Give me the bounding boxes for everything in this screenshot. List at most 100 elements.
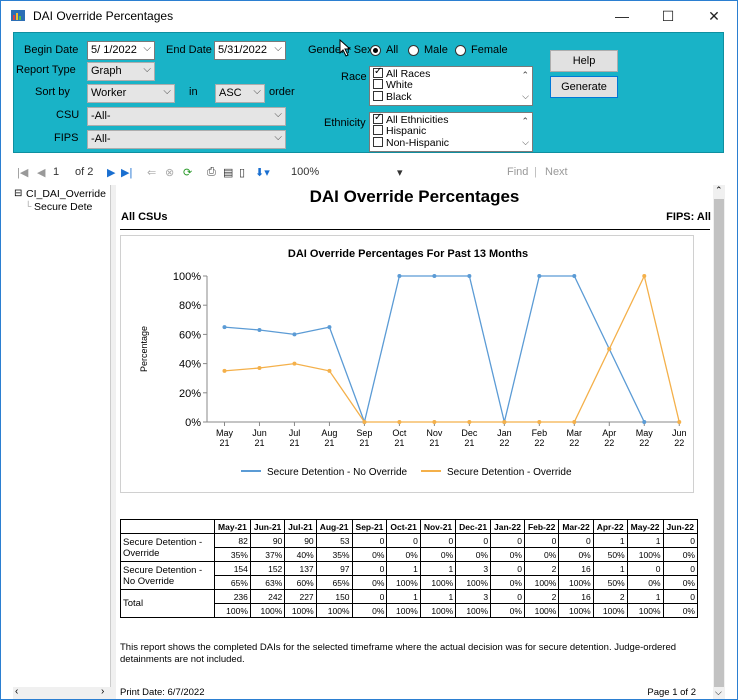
race-label: Race <box>341 71 367 83</box>
scroll-left-icon[interactable]: ‹ <box>15 686 18 697</box>
generate-button[interactable]: Generate <box>550 76 618 98</box>
chevron-down-icon: ⌵ <box>274 109 282 120</box>
end-date-label: End Date <box>166 44 212 56</box>
tree-child[interactable]: Secure Dete <box>34 201 92 213</box>
x-tick-label-year: 21 <box>289 438 299 448</box>
help-button[interactable]: Help <box>550 50 618 72</box>
gender-male-radio[interactable] <box>408 45 419 56</box>
tree-root[interactable]: CI_DAI_Override <box>26 188 106 200</box>
checkbox[interactable] <box>373 125 383 135</box>
csu-select[interactable]: -All- ⌵ <box>87 107 286 126</box>
race-listbox[interactable]: All Races White Black ⌃ ⌵ <box>369 66 533 106</box>
percent-cell: 35% <box>214 547 251 562</box>
csu-header: All CSUs <box>121 211 168 223</box>
fips-label: FIPS <box>54 132 79 144</box>
column-header: Mar-22 <box>558 519 594 534</box>
gender-female-radio[interactable] <box>455 45 466 56</box>
ethnicity-item[interactable]: Hispanic <box>373 125 426 137</box>
checkbox[interactable] <box>373 91 383 101</box>
find-link[interactable]: Find <box>507 166 528 178</box>
scroll-up-icon[interactable]: ⌃ <box>521 116 529 127</box>
last-page-icon[interactable]: ▶| <box>121 166 132 179</box>
x-tick-label-month: Jun <box>672 428 687 438</box>
checkbox[interactable] <box>373 79 383 89</box>
report-title: DAI Override Percentages <box>309 187 520 206</box>
percent-cell: 37% <box>249 547 286 562</box>
percent-cell: 100% <box>523 603 560 618</box>
count-cell: 242 <box>249 589 286 604</box>
print-layout-icon[interactable]: ▤ <box>223 166 233 179</box>
ethnicity-listbox[interactable]: All Ethnicities Hispanic Non-Hispanic ⌃ … <box>369 112 533 152</box>
back-icon[interactable]: ⇐ <box>147 166 156 179</box>
percent-cell: 100% <box>626 547 664 562</box>
chevron-down-icon: ⌵ <box>143 43 151 54</box>
begin-date-picker[interactable]: 5/ 1/2022 ⌵ <box>87 41 155 60</box>
race-item[interactable]: Black <box>373 91 412 103</box>
scroll-down-icon[interactable]: ⌵ <box>522 137 529 148</box>
x-tick-label-month: Feb <box>532 428 548 438</box>
scroll-down-icon[interactable]: ⌵ <box>715 687 722 698</box>
percent-cell: 100% <box>626 603 664 618</box>
tree-horizontal-scrollbar[interactable]: ‹ › <box>13 686 111 699</box>
order-label: order <box>269 86 295 98</box>
next-page-icon[interactable]: ▶ <box>107 166 115 179</box>
table-row: Total 236 242 227 150 0 1 1 3 0 2 16 2 1 0 <box>120 589 699 618</box>
checkbox[interactable] <box>373 66 383 78</box>
checkbox[interactable] <box>373 112 383 124</box>
x-tick-label-year: 22 <box>499 438 509 448</box>
x-tick-label-month: Jun <box>252 428 267 438</box>
count-cell: 1 <box>626 533 664 548</box>
scroll-up-icon[interactable]: ⌃ <box>715 185 723 196</box>
export-icon[interactable]: ⬇▾ <box>255 166 270 179</box>
race-item[interactable]: White <box>373 79 413 91</box>
data-point <box>642 274 647 278</box>
end-date-picker[interactable]: 5/31/2022 ⌵ <box>214 41 286 60</box>
x-tick-label-year: 22 <box>604 438 614 448</box>
first-page-icon[interactable]: |◀ <box>17 166 28 179</box>
page-count: of 2 <box>75 166 94 178</box>
x-tick-label-year: 21 <box>254 438 264 448</box>
percent-cell: 100% <box>558 575 594 590</box>
count-cell: 0 <box>386 533 421 548</box>
previous-page-icon[interactable]: ◀ <box>37 166 45 179</box>
count-cell: 0 <box>351 533 388 548</box>
print-icon[interactable]: ⎙ <box>207 166 216 179</box>
csu-label: CSU <box>56 109 80 121</box>
current-page-input[interactable]: 1 <box>53 166 59 178</box>
zoom-dropdown-icon[interactable]: ▾ <box>397 166 403 179</box>
scroll-up-icon[interactable]: ⌃ <box>521 70 529 81</box>
count-cell: 1 <box>592 561 628 576</box>
scroll-thumb[interactable] <box>714 199 724 687</box>
collapse-icon[interactable]: ⊟ <box>14 188 22 199</box>
chevron-down-icon: ⌵ <box>274 43 282 54</box>
percent-cell: 65% <box>315 575 353 590</box>
maximize-button[interactable]: ☐ <box>645 1 691 31</box>
next-link[interactable]: Next <box>545 166 568 178</box>
close-button[interactable]: ✕ <box>691 1 737 31</box>
window-title: DAI Override Percentages <box>33 9 174 23</box>
y-tick-label: 40% <box>179 359 201 371</box>
report-type-select[interactable]: Graph ⌵ <box>87 62 155 81</box>
data-point <box>537 420 542 424</box>
page-setup-icon[interactable]: ▯ <box>239 166 245 179</box>
refresh-icon[interactable]: ⟳ <box>183 166 192 179</box>
column-header: Apr-22 <box>592 519 628 534</box>
zoom-select[interactable]: 100% <box>291 166 319 178</box>
percent-cell: 63% <box>249 575 286 590</box>
sort-by-select[interactable]: Worker ⌵ <box>87 84 175 103</box>
checkbox[interactable] <box>373 137 383 147</box>
ethnicity-item[interactable]: Non-Hispanic <box>373 137 449 149</box>
ethnicity-label: Ethnicity <box>324 117 366 129</box>
minimize-button[interactable]: — <box>599 1 645 31</box>
scroll-right-icon[interactable]: › <box>101 686 104 697</box>
gender-all-radio[interactable] <box>370 45 381 56</box>
report-vertical-scrollbar[interactable]: ⌃ ⌵ <box>713 185 725 699</box>
scroll-down-icon[interactable]: ⌵ <box>522 91 529 102</box>
y-axis-label: Percentage <box>139 326 149 372</box>
table-header-row: May-21 Jun-21 Jul-21 Aug-21 Sep-21 Oct-21 Nov-… <box>120 519 699 534</box>
order-select[interactable]: ASC ⌵ <box>215 84 265 103</box>
stop-icon[interactable]: ⊗ <box>165 166 174 179</box>
chevron-down-icon: ⌵ <box>163 86 171 97</box>
x-tick-label-year: 21 <box>464 438 474 448</box>
fips-select[interactable]: -All- ⌵ <box>87 130 286 149</box>
